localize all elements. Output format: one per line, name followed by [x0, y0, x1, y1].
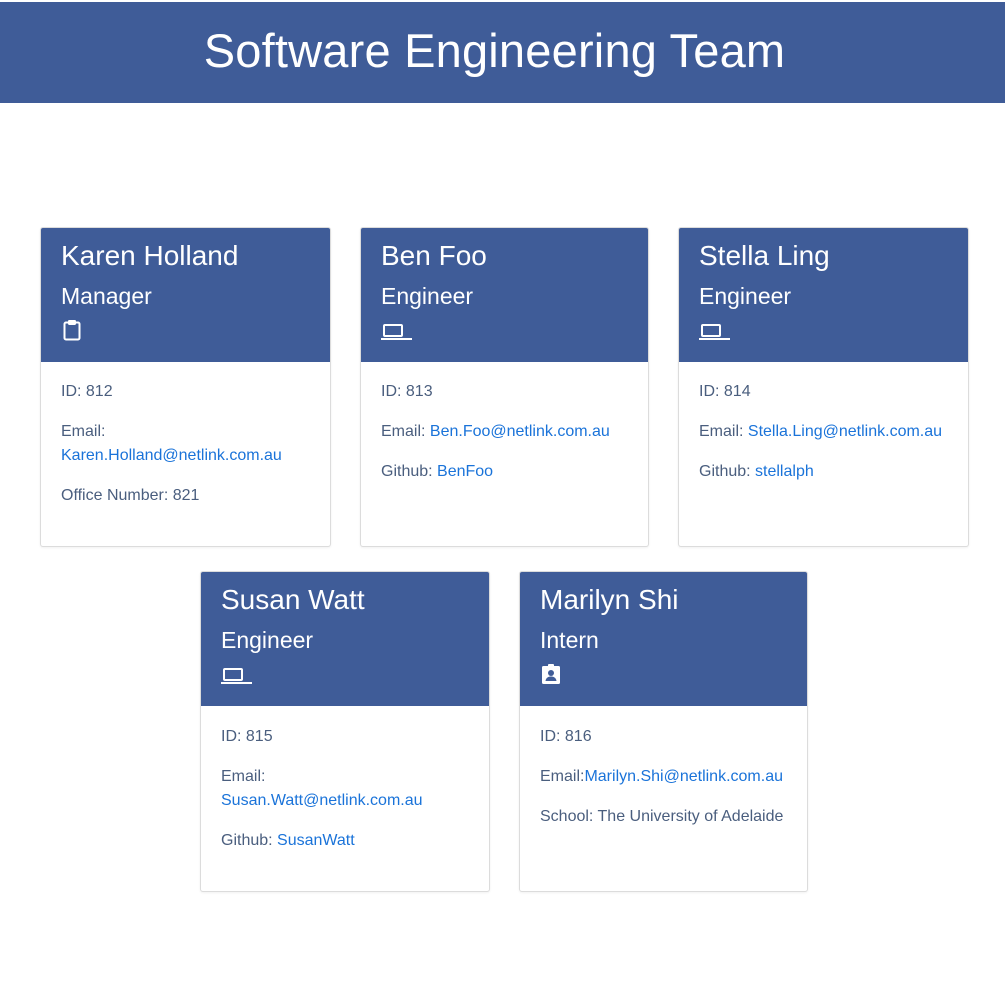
employee-name: Stella Ling [699, 240, 830, 271]
employee-name: Ben Foo [381, 240, 487, 271]
school: School: The University of Adelaide [540, 808, 784, 825]
employee-id: ID: 814 [699, 383, 751, 400]
employee-card-engineer: Susan Watt Engineer ID: 815 Email: Susan… [200, 571, 490, 892]
id-badge-icon [540, 663, 572, 685]
page-header: Software Engineering Team [0, 2, 1005, 103]
employee-id: ID: 816 [540, 728, 592, 745]
employee-id: ID: 812 [61, 383, 113, 400]
employee-role: Engineer [699, 283, 792, 309]
page-title: Software Engineering Team [203, 24, 786, 77]
github-link[interactable]: SusanWatt [277, 832, 355, 849]
employee-name: Marilyn Shi [540, 584, 679, 615]
email-link[interactable]: Ben.Foo@netlink.com.au [430, 423, 610, 440]
employee-id: ID: 815 [221, 728, 273, 745]
employee-card-manager: Karen Holland Manager ID: 812 Email: Kar… [40, 227, 331, 547]
github-label: Github: [381, 463, 438, 480]
email-link[interactable]: Susan.Watt@netlink.com.au [221, 792, 423, 809]
employee-id: ID: 813 [381, 383, 433, 400]
email-label: Email: [221, 768, 266, 785]
card-header: Ben Foo Engineer [361, 228, 648, 362]
employee-role: Manager [61, 283, 152, 309]
office-number: Office Number: 821 [61, 487, 200, 504]
github-link[interactable]: stellalph [755, 463, 814, 480]
card-header: Karen Holland Manager [41, 228, 330, 362]
email-label: Email: [540, 768, 585, 785]
laptop-icon [381, 319, 413, 341]
email-label: Email: [699, 423, 748, 440]
github-label: Github: [221, 832, 278, 849]
email-link[interactable]: Marilyn.Shi@netlink.com.au [584, 768, 783, 785]
employee-name: Karen Holland [61, 240, 239, 271]
employee-card-engineer: Ben Foo Engineer ID: 813 Email: Ben.Foo@… [360, 227, 649, 547]
card-header: Stella Ling Engineer [679, 228, 968, 362]
card-header: Susan Watt Engineer [201, 572, 489, 706]
employee-card-engineer: Stella Ling Engineer ID: 814 Email: Stel… [678, 227, 969, 547]
clipboard-icon [61, 319, 93, 341]
email-link[interactable]: Karen.Holland@netlink.com.au [61, 447, 282, 464]
email-label: Email: [381, 423, 430, 440]
employee-card-intern: Marilyn Shi Intern ID: 816 Email:Marilyn… [519, 571, 808, 892]
github-link[interactable]: BenFoo [437, 463, 493, 480]
laptop-icon [221, 663, 253, 685]
page: Software Engineering Team Karen Holland … [0, 0, 1005, 987]
card-header: Marilyn Shi Intern [520, 572, 807, 706]
email-label: Email: [61, 423, 106, 440]
employee-role: Engineer [221, 627, 314, 653]
employee-role: Intern [540, 627, 599, 653]
employee-name: Susan Watt [221, 584, 365, 615]
github-label: Github: [699, 463, 756, 480]
employee-role: Engineer [381, 283, 474, 309]
email-link[interactable]: Stella.Ling@netlink.com.au [748, 423, 942, 440]
laptop-icon [699, 319, 731, 341]
